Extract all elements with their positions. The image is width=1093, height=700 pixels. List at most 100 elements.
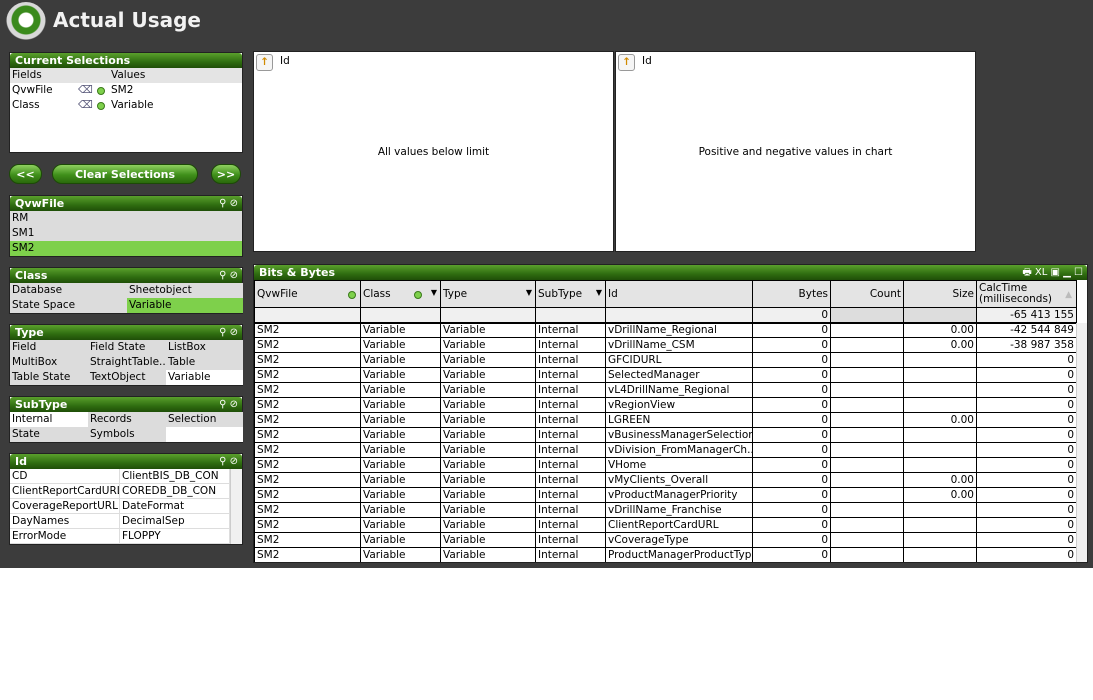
listbox-item[interactable]: ClientBIS_DB_CON	[120, 469, 230, 484]
table-cell[interactable]	[830, 442, 904, 458]
column-header[interactable]: Id	[605, 280, 753, 308]
table-cell[interactable]: 0.00	[903, 472, 977, 488]
table-cell[interactable]: SM2	[254, 337, 361, 353]
table-row[interactable]: SM2 Variable Variable Internal vDrillName_CS…	[254, 337, 1077, 353]
table-cell[interactable]: Internal	[535, 487, 606, 503]
listbox-item[interactable]: Field	[10, 340, 88, 355]
table-cell[interactable]: Variable	[440, 487, 536, 503]
table-row[interactable]: SM2 Variable Variable Internal LGREEN 0 0.00 0	[254, 412, 1077, 428]
table-cell[interactable]	[830, 547, 904, 562]
table-cell[interactable]: Variable	[360, 367, 441, 383]
table-cell[interactable]: Variable	[360, 382, 441, 398]
table-cell[interactable]	[830, 412, 904, 428]
table-cell[interactable]: 0	[752, 382, 831, 398]
table-cell[interactable]: 0	[976, 472, 1077, 488]
table-cell[interactable]	[903, 367, 977, 383]
search-icon[interactable]: ⚲ ⊘	[219, 268, 238, 283]
table-cell[interactable]: SM2	[254, 517, 361, 533]
table-cell[interactable]: SM2	[254, 457, 361, 473]
table-cell[interactable]: Variable	[440, 427, 536, 443]
table-cell[interactable]: 0	[976, 532, 1077, 548]
table-cell[interactable]	[830, 352, 904, 368]
listbox-item[interactable]: COREDB_DB_CON	[120, 484, 230, 499]
selection-row[interactable]: Class ⌫ Variable	[10, 98, 242, 113]
table-cell[interactable]: 0	[752, 472, 831, 488]
table-row[interactable]: SM2 Variable Variable Internal vL4DrillName_…	[254, 382, 1077, 398]
table-cell[interactable]: Variable	[440, 382, 536, 398]
column-header[interactable]: QvwFile	[254, 280, 361, 308]
table-cell[interactable]: 0	[752, 457, 831, 473]
table-cell[interactable]: vDrillName_CSM	[605, 337, 753, 353]
listbox-item[interactable]: FLOPPY	[120, 529, 230, 544]
listbox-item[interactable]: SM1	[10, 226, 242, 241]
eraser-icon[interactable]: ⌫	[78, 98, 93, 113]
table-cell[interactable]: Internal	[535, 337, 606, 353]
table-cell[interactable]: Variable	[440, 412, 536, 428]
table-cell[interactable]: Variable	[360, 427, 441, 443]
table-row[interactable]: SM2 Variable Variable Internal ProductManage…	[254, 547, 1077, 562]
table-cell[interactable]: 0	[752, 337, 831, 353]
table-cell[interactable]: 0	[752, 547, 831, 562]
column-header[interactable]: Bytes	[752, 280, 831, 308]
table-cell[interactable]: 0	[752, 532, 831, 548]
table-cell[interactable]: Internal	[535, 382, 606, 398]
column-header[interactable]: CalcTime (milliseconds) ▲	[976, 280, 1077, 308]
table-cell[interactable]: Internal	[535, 322, 606, 338]
table-cell[interactable]: Variable	[360, 472, 441, 488]
table-cell[interactable]: vMyClients_Overall	[605, 472, 753, 488]
listbox-item[interactable]: MultiBox	[10, 355, 88, 370]
table-row[interactable]: SM2 Variable Variable Internal vDivision_Fro…	[254, 442, 1077, 458]
table-cell[interactable]: vDrillName_Franchise	[605, 502, 753, 518]
table-cell[interactable]: -38 987 358	[976, 337, 1077, 353]
dropdown-arrow-icon[interactable]: ▼	[596, 288, 602, 297]
table-toolbar-icons[interactable]: 🖶 XL ▣ ▁ ☐	[1022, 265, 1083, 280]
listbox-item[interactable]: Selection	[166, 412, 243, 427]
table-cell[interactable]	[830, 322, 904, 338]
table-cell[interactable]: 0	[976, 367, 1077, 383]
table-row[interactable]: SM2 Variable Variable Internal vDrillName_Re…	[254, 322, 1077, 338]
search-icon[interactable]: ⚲ ⊘	[219, 397, 238, 412]
sort-ascending-icon[interactable]: ▲	[1065, 290, 1072, 301]
table-cell[interactable]: Variable	[360, 352, 441, 368]
column-header[interactable]: Type ▼	[440, 280, 536, 308]
table-cell[interactable]: Internal	[535, 397, 606, 413]
table-cell[interactable]	[903, 427, 977, 443]
table-cell[interactable]: 0	[976, 457, 1077, 473]
table-cell[interactable]: ClientReportCardURL	[605, 517, 753, 533]
listbox-item[interactable]: Variable	[166, 370, 243, 385]
column-header[interactable]: Count	[830, 280, 904, 308]
back-button[interactable]: <<	[9, 164, 42, 184]
listbox-item[interactable]: State Space	[10, 298, 127, 313]
table-cell[interactable]: 0.00	[903, 337, 977, 353]
table-cell[interactable]: Internal	[535, 547, 606, 562]
table-cell[interactable]: 0	[976, 427, 1077, 443]
table-row[interactable]: SM2 Variable Variable Internal vDrillName_Fr…	[254, 502, 1077, 518]
listbox-item[interactable]: Variable	[127, 298, 243, 313]
table-cell[interactable]: 0	[752, 412, 831, 428]
table-cell[interactable]: Internal	[535, 532, 606, 548]
table-cell[interactable]: Variable	[440, 517, 536, 533]
table-cell[interactable]: Variable	[440, 547, 536, 562]
table-cell[interactable]	[830, 382, 904, 398]
listbox-item[interactable]: Records	[88, 412, 166, 427]
table-cell[interactable]: 0.00	[903, 322, 977, 338]
table-cell[interactable]: 0	[976, 397, 1077, 413]
listbox-item[interactable]: Database	[10, 283, 127, 298]
table-cell[interactable]: SM2	[254, 412, 361, 428]
forward-button[interactable]: >>	[211, 164, 241, 184]
table-cell[interactable]: 0	[752, 322, 831, 338]
dropdown-arrow-icon[interactable]: ▼	[526, 288, 532, 297]
id-scrollbar[interactable]	[230, 469, 242, 544]
table-cell[interactable]: SM2	[254, 382, 361, 398]
table-cell[interactable]: 0	[752, 502, 831, 518]
table-cell[interactable]	[903, 442, 977, 458]
table-cell[interactable]: SM2	[254, 442, 361, 458]
table-cell[interactable]: Internal	[535, 412, 606, 428]
table-cell[interactable]: Internal	[535, 517, 606, 533]
listbox-item[interactable]: DayNames	[10, 514, 120, 529]
table-cell[interactable]: SM2	[254, 502, 361, 518]
listbox-item[interactable]: DateFormat	[120, 499, 230, 514]
dropdown-arrow-icon[interactable]: ▼	[431, 288, 437, 297]
selection-row[interactable]: QvwFile ⌫ SM2	[10, 83, 242, 98]
drill-up-icon[interactable]: ↑	[618, 54, 635, 71]
